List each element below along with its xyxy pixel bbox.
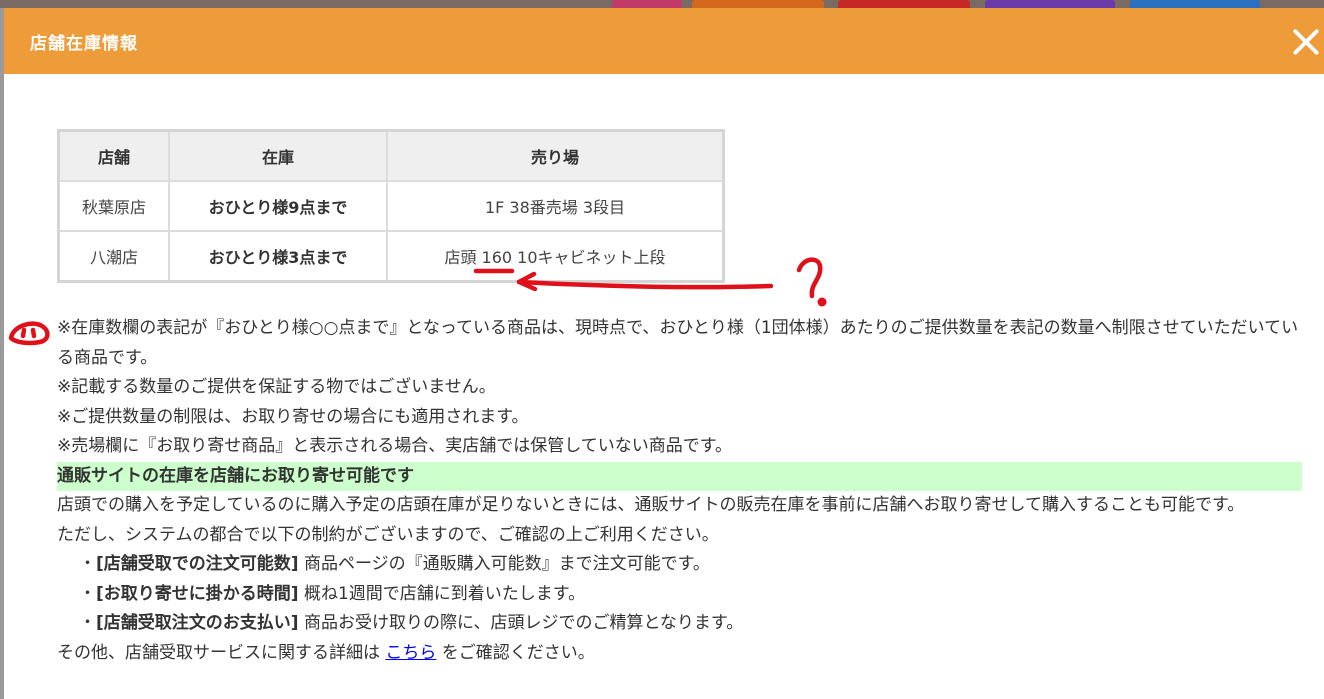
sales-floor: 1F 38番売場 3段目: [386, 180, 725, 232]
store-name: 秋葉原店: [57, 180, 170, 232]
list-item-text: 商品ページの『通販購入可能数』まで注文可能です。: [303, 554, 710, 574]
list-item-text: 概ね1週間で店舗に到着いたします。: [303, 583, 586, 604]
bullet: ・: [79, 583, 96, 604]
note-line: ※ご提供数量の制限は、お取り寄せの場合にも適用されます。: [57, 406, 529, 427]
list-item: ・[店舗受取注文のお支払い] 商品お受け取りの際に、店頭レジでのご精算となります…: [57, 609, 1302, 639]
background-tile: [692, 0, 824, 8]
sales-floor: 店頭 160 10キャビネット上段: [386, 230, 725, 283]
background-tile: [838, 0, 970, 8]
background-tile: [985, 0, 1115, 8]
footer-line: その他、店舗受取サービスに関する詳細は こちら をご確認ください。: [57, 639, 1302, 669]
note-line: ※売場欄に『お取り寄せ商品』と表示される場合、実店舗では保管していない商品です。: [57, 436, 733, 456]
table-row: 秋葉原店 おひとり様9点まで 1F 38番売場 3段目: [57, 180, 725, 232]
pickup-paragraph: 店頭での購入を予定しているのに購入予定の店頭在庫が足りないときには、通販サイトの…: [57, 495, 1245, 515]
details-link[interactable]: こちら: [385, 643, 436, 663]
header-stock: 在庫: [168, 129, 388, 182]
table-header-row: 店舗 在庫 売り場: [57, 129, 725, 182]
background-tile: [1130, 0, 1260, 8]
stock-table: 店舗 在庫 売り場 秋葉原店 おひとり様9点まで 1F 38番売場 3段目 八潮…: [57, 129, 725, 283]
list-item-label: [お取り寄せに掛かる時間]: [96, 583, 299, 604]
header-store: 店舗: [57, 129, 170, 182]
background-tile: [612, 0, 682, 8]
header-location: 売り場: [386, 129, 725, 182]
bullet: ・: [79, 613, 96, 633]
table-row: 八潮店 おひとり様3点まで 店頭 160 10キャビネット上段: [57, 230, 725, 283]
modal-header: 店舗在庫情報: [4, 8, 1324, 74]
pickup-heading: 通販サイトの在庫を店舗にお取り寄せ可能です: [57, 461, 1302, 491]
modal-title: 店舗在庫情報: [30, 34, 138, 54]
footer-suffix: をご確認ください。: [436, 642, 595, 663]
note-line: ※在庫数欄の表記が『おひとり様○○点まで』となっている商品は、現時点で、おひとり…: [57, 318, 1299, 368]
stock-status: おひとり様9点まで: [168, 180, 388, 232]
store-name: 八潮店: [57, 230, 170, 283]
stock-status: おひとり様3点まで: [168, 230, 388, 283]
notes-section: ※在庫数欄の表記が『おひとり様○○点まで』となっている商品は、現時点で、おひとり…: [57, 314, 1302, 668]
list-item: ・[お取り寄せに掛かる時間] 概ね1週間で店舗に到着いたします。: [57, 580, 1302, 610]
close-icon[interactable]: [1284, 22, 1324, 62]
footer-prefix: その他、店舗受取サービスに関する詳細は: [57, 642, 386, 663]
list-item: ・[店舗受取での注文可能数] 商品ページの『通販購入可能数』まで注文可能です。: [57, 550, 1302, 580]
bullet: ・: [79, 554, 96, 574]
list-item-label: [店舗受取での注文可能数]: [96, 554, 299, 574]
list-item-text: 商品お受け取りの際に、店頭レジでのご精算となります。: [303, 613, 744, 633]
store-stock-modal: 店舗在庫情報 店舗 在庫 売り場 秋葉原店 おひとり様9点まで 1F 38番売場…: [4, 8, 1324, 699]
list-item-label: [店舗受取注文のお支払い]: [96, 613, 299, 633]
note-line: ※記載する数量のご提供を保証する物ではございません。: [57, 377, 496, 397]
pickup-paragraph: ただし、システムの都合で以下の制約がございますので、ご確認の上ご利用ください。: [57, 524, 719, 545]
